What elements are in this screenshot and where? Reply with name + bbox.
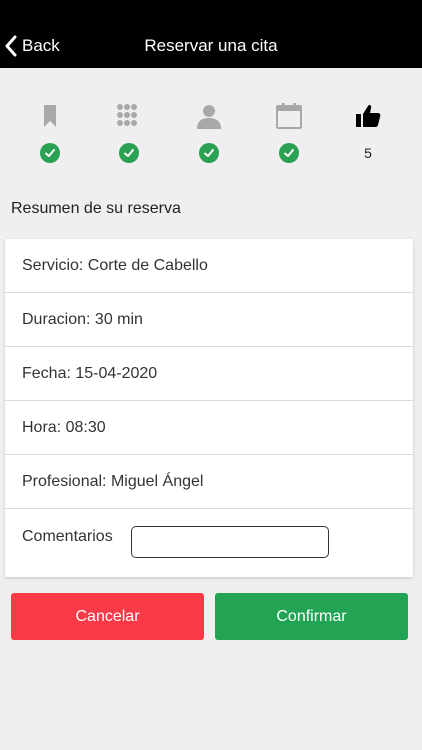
step-confirm[interactable]: 5 [348,98,388,168]
date-row: Fecha: 15-04-2020 [5,347,413,401]
step-number: 5 [364,145,372,161]
summary-title: Resumen de su reserva [11,200,181,217]
duration-text: Duracion: 30 min [22,310,143,328]
check-icon [279,143,299,163]
check-icon [199,143,219,163]
calendar-icon [275,102,303,130]
professional-text: Profesional: Miguel Ángel [22,472,204,490]
step-complete-check [279,143,299,163]
grid-icon [115,102,143,130]
booking-steps: 5 [0,98,422,168]
navigation-bar: Back Reservar una cita [0,0,422,68]
duration-row: Duracion: 30 min [5,293,413,347]
step-professional[interactable] [189,98,229,168]
summary-card: Servicio: Corte de Cabello Duracion: 30 … [5,239,413,577]
check-icon [40,143,60,163]
step-category[interactable] [109,98,149,168]
time-row: Hora: 08:30 [5,401,413,455]
comments-label: Comentarios [22,528,113,545]
check-icon [119,143,139,163]
step-service[interactable] [30,98,70,168]
time-text: Hora: 08:30 [22,418,106,436]
step-complete-check [119,143,139,163]
step-date[interactable] [269,98,309,168]
user-icon [195,102,223,130]
confirm-button[interactable]: Confirmar [215,593,408,640]
professional-row: Profesional: Miguel Ángel [5,455,413,509]
comments-row: Comentarios [5,509,413,577]
step-complete-check [199,143,219,163]
page-title: Reservar una cita [144,36,278,55]
comments-input[interactable] [131,526,329,558]
service-row: Servicio: Corte de Cabello [5,239,413,293]
step-complete-check [40,143,60,163]
service-text: Servicio: Corte de Cabello [22,256,208,274]
date-text: Fecha: 15-04-2020 [22,364,158,382]
bookmark-icon [36,102,64,130]
thumbs-up-icon [354,102,382,130]
cancel-button[interactable]: Cancelar [11,593,204,640]
